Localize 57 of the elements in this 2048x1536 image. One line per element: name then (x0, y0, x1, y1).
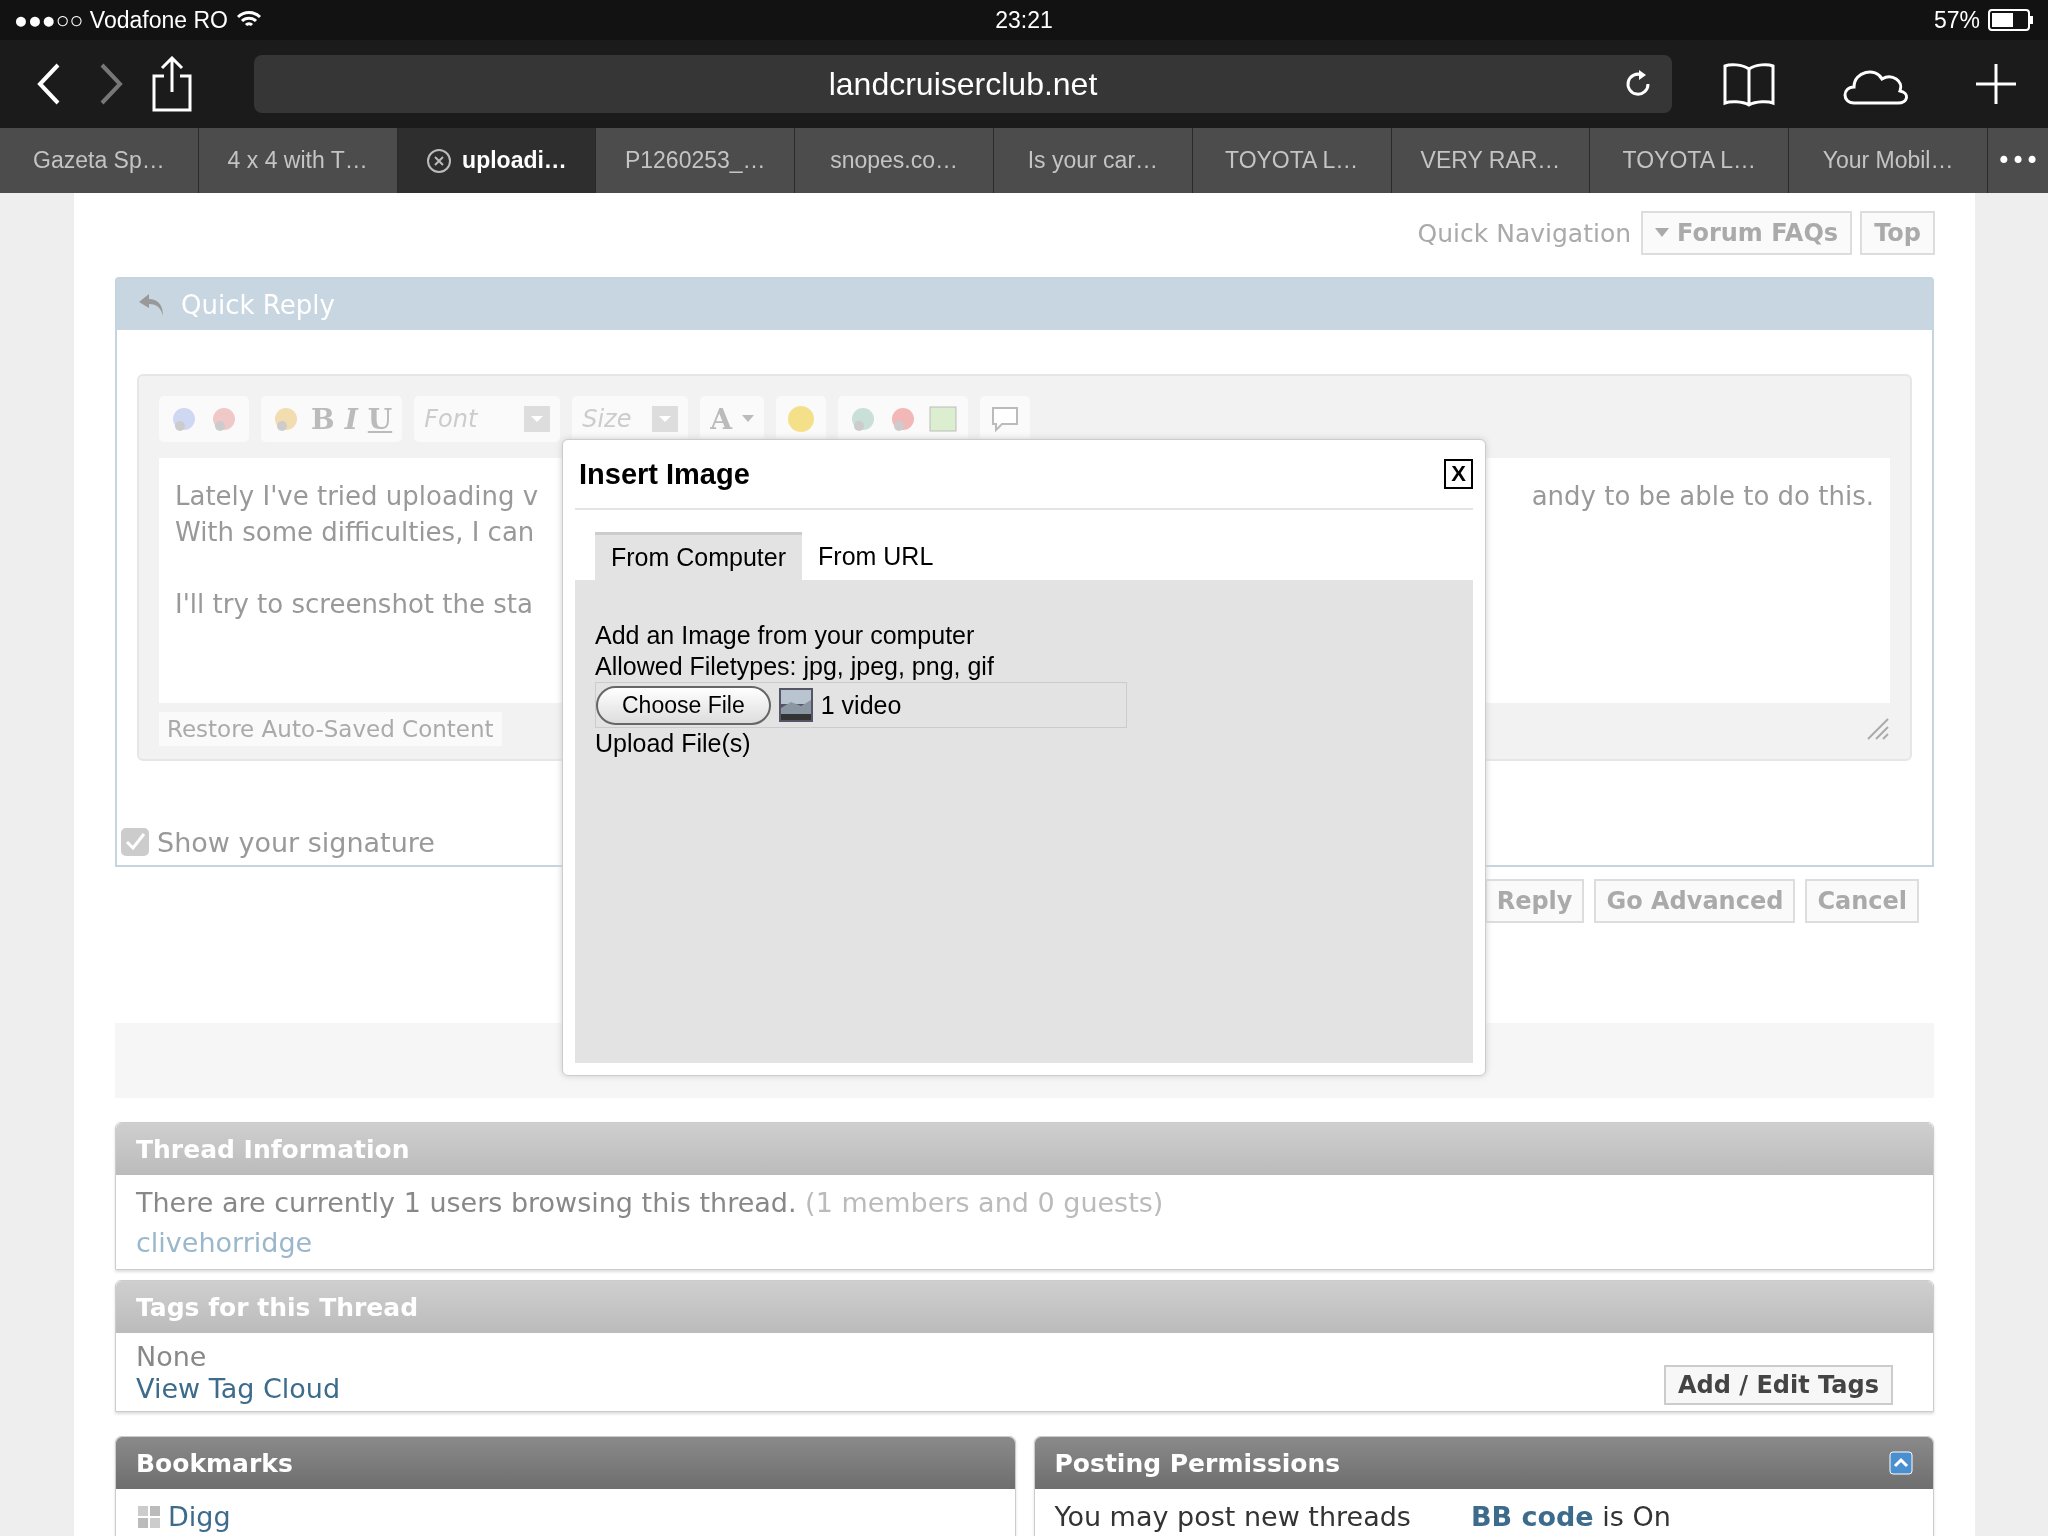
browser-tab[interactable]: TOYOTA L… (1192, 128, 1392, 193)
filetypes-text: Allowed Filetypes: jpg, jpeg, png, gif (595, 651, 995, 682)
panel-title: Quick Reply (181, 289, 335, 320)
dropdown-arrow-icon[interactable] (1655, 228, 1670, 238)
browser-tab[interactable]: P1260253_… (596, 128, 796, 193)
bbcode-link[interactable]: BB code (1470, 1501, 1594, 1532)
book-icon[interactable] (1722, 61, 1776, 107)
browser-tab[interactable]: Gazeta Sp… (0, 128, 199, 193)
more-tabs-button[interactable]: ••• (1987, 128, 2048, 193)
browser-tab[interactable]: VERY RAR… (1391, 128, 1591, 193)
edit-tags-button[interactable]: Add / Edit Tags (1664, 1365, 1893, 1405)
quote-icon[interactable] (989, 404, 1020, 434)
panel-title: Posting Permissions (1054, 1448, 1341, 1478)
file-name: 1 video (820, 689, 902, 721)
dialog-tab[interactable]: From Computer (595, 532, 803, 580)
browser-tab[interactable]: Is your car… (994, 128, 1193, 193)
browser-tab[interactable]: Your Mobil… (1789, 128, 1988, 193)
close-icon[interactable] (426, 147, 453, 174)
carrier-text: ●●●○○ Vodafone RO (14, 6, 228, 34)
browser-tab[interactable]: snopes.co… (795, 128, 994, 193)
browsing-counts: (1 members and 0 guests) (805, 1187, 1164, 1218)
message-text: Lately I've tried uploading v (175, 480, 539, 513)
tag-cloud-link[interactable]: View Tag Cloud (136, 1373, 341, 1404)
collapse-icon[interactable] (1889, 1451, 1913, 1475)
caret-icon[interactable] (741, 415, 754, 423)
message-text: With some difficulties, I can (175, 516, 536, 549)
resize-handle-icon[interactable] (1866, 717, 1890, 741)
browser-tab[interactable]: 4 x 4 with T… (198, 128, 398, 193)
message-text: I'll try to screenshot the sta (175, 588, 534, 621)
message-text: andy to be able to do this. (1531, 480, 1874, 513)
signature-checkbox[interactable] (121, 828, 149, 856)
choose-file-button[interactable]: Choose File (596, 685, 771, 725)
browser-tab[interactable]: uploadi… (397, 128, 597, 193)
file-field[interactable]: Choose File 1 video (595, 682, 1127, 728)
permission-text: You may post new threads (1054, 1500, 1411, 1534)
panel-title: Tags for this Thread (136, 1292, 419, 1322)
share-icon[interactable] (150, 56, 194, 112)
browsing-text: There are currently 1 users browsing this thread. (136, 1187, 797, 1218)
battery-icon (1988, 9, 2034, 31)
clock-text: 23:21 (995, 6, 1053, 34)
close-button[interactable]: X (1444, 459, 1473, 489)
browser-tab[interactable]: TOYOTA L… (1590, 128, 1790, 193)
smiley-icon[interactable] (785, 404, 816, 434)
tags-value: None (136, 1341, 208, 1373)
panel-title: Bookmarks (136, 1448, 293, 1478)
dialog-title: Insert Image (579, 457, 750, 491)
dialog-heading: Add an Image from your computer (595, 620, 976, 651)
quick-navigation-label: Quick Navigation (1417, 218, 1632, 248)
signature-label: Show your signature (157, 826, 435, 858)
url-text[interactable]: landcruiserclub.net (828, 65, 1098, 103)
bookmark-link[interactable]: Digg (168, 1497, 231, 1536)
panel-title: Thread Information (136, 1134, 410, 1164)
bookmark-site-icon (136, 1504, 162, 1530)
upload-text: Upload File(s) (595, 728, 752, 759)
plus-icon[interactable] (1974, 62, 2018, 106)
battery-text: 57% (1933, 6, 1980, 34)
bbcode-state: is On (1602, 1501, 1671, 1532)
